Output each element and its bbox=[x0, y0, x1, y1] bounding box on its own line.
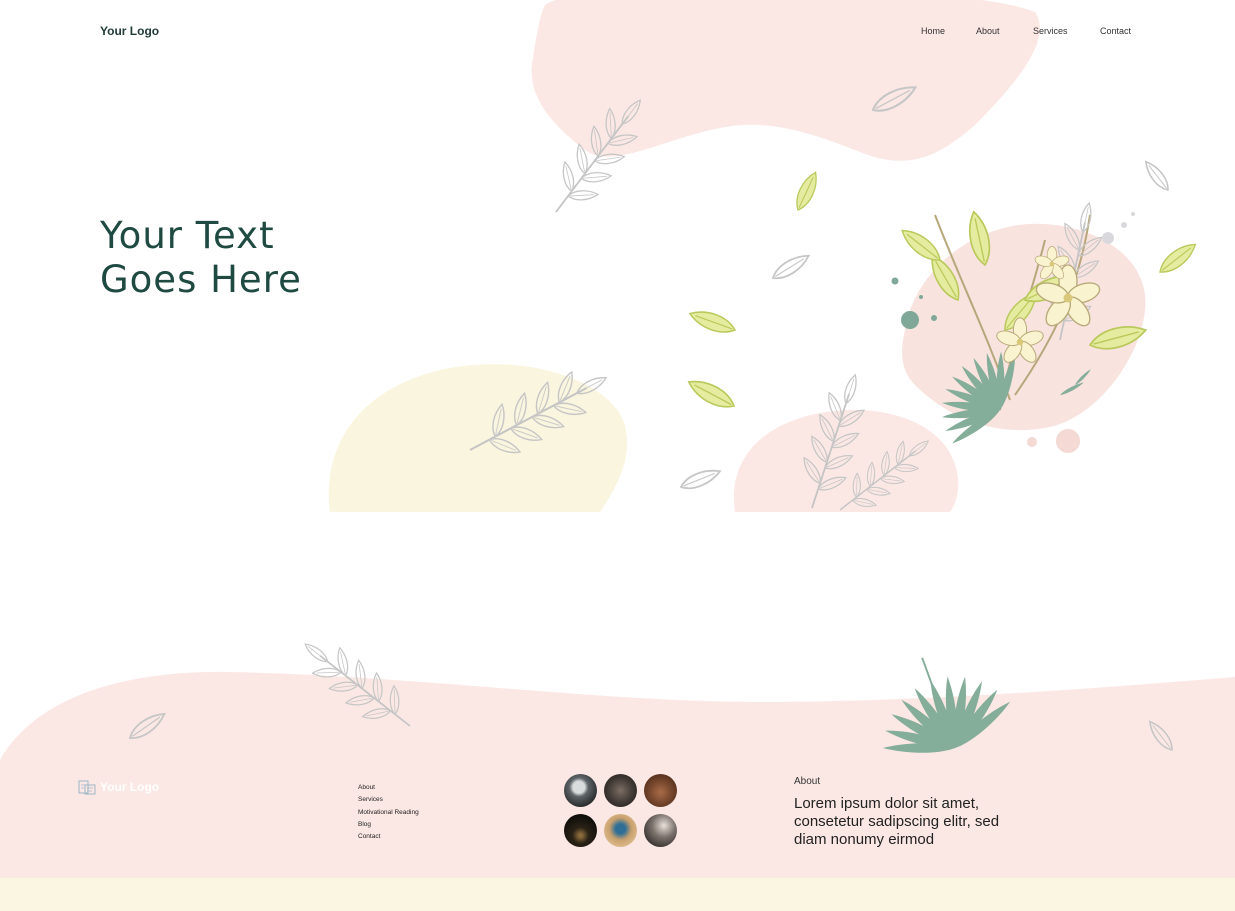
bottom-band bbox=[0, 878, 1235, 911]
gallery-photo-6[interactable] bbox=[644, 814, 677, 847]
hero-title-line1: Your Text bbox=[100, 214, 275, 257]
hero-title: Your Text Goes Here bbox=[100, 214, 302, 302]
footer-link-about[interactable]: About bbox=[358, 782, 419, 794]
gallery-photo-4[interactable] bbox=[564, 814, 597, 847]
hero-title-line2: Goes Here bbox=[100, 258, 302, 301]
footer-link-motivational-reading[interactable]: Motivational Reading bbox=[358, 807, 419, 819]
gallery-photo-2[interactable] bbox=[604, 774, 637, 807]
footer-link-blog[interactable]: Blog bbox=[358, 819, 419, 831]
footer-links: About Services Motivational Reading Blog… bbox=[358, 782, 419, 843]
footer-link-services[interactable]: Services bbox=[358, 794, 419, 806]
nav-about[interactable]: About bbox=[976, 26, 1000, 36]
nav-services[interactable]: Services bbox=[1033, 26, 1068, 36]
header-logo[interactable]: Your Logo bbox=[100, 24, 159, 38]
footer-about-text: Lorem ipsum dolor sit amet, consetetur s… bbox=[794, 795, 1000, 848]
footer-logo[interactable]: Your Logo bbox=[78, 779, 159, 795]
footer-logo-text: Your Logo bbox=[100, 780, 160, 794]
gallery-photo-5[interactable] bbox=[604, 814, 637, 847]
nav-home[interactable]: Home bbox=[921, 26, 945, 36]
gallery-photo-3[interactable] bbox=[644, 774, 677, 807]
nav-contact[interactable]: Contact bbox=[1100, 26, 1131, 36]
footer-about-heading: About bbox=[794, 776, 821, 787]
pink-blob-top bbox=[531, 0, 1040, 161]
footer-link-contact[interactable]: Contact bbox=[358, 831, 419, 843]
footer-gallery bbox=[564, 774, 677, 847]
logo-icon bbox=[78, 780, 96, 795]
gallery-photo-1[interactable] bbox=[564, 774, 597, 807]
